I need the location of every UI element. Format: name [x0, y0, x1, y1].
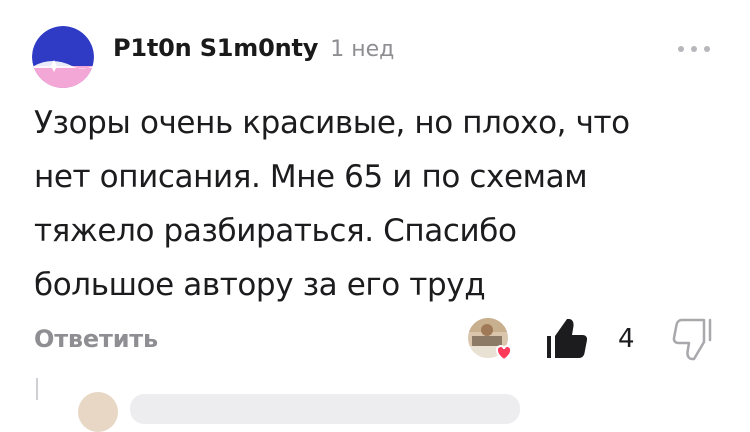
heart-icon	[495, 344, 513, 362]
reply-button[interactable]: Ответить	[34, 325, 158, 353]
more-dot-icon	[678, 46, 684, 52]
reply-avatar[interactable]	[78, 392, 118, 432]
author-avatar[interactable]	[32, 26, 94, 88]
thumbs-up-icon	[547, 319, 588, 358]
more-dot-icon	[704, 46, 710, 52]
comment-actions: Ответить 4	[0, 316, 750, 372]
reactor-avatar-icon	[468, 318, 513, 362]
comment-timestamp: 1 нед	[330, 37, 395, 62]
author-name[interactable]: P1t0n S1m0nty	[113, 34, 318, 62]
dislike-button[interactable]	[668, 316, 714, 362]
comment-header: P1t0n S1m0nty 1 нед	[113, 34, 394, 74]
reply-bubble	[130, 394, 520, 424]
comment-card: P1t0n S1m0nty 1 нед Узоры очень красивые…	[0, 0, 750, 432]
thumbs-down-icon	[672, 318, 712, 361]
like-button[interactable]	[545, 316, 591, 362]
more-dot-icon	[691, 46, 697, 52]
reaction-avatar[interactable]	[466, 316, 520, 366]
comment-text: Узоры очень красивые, но плохо, что нет …	[34, 105, 630, 303]
reply-thread-line	[36, 378, 38, 400]
avatar-logo-icon	[32, 26, 94, 88]
like-count: 4	[618, 324, 635, 354]
more-options-button[interactable]	[678, 44, 710, 54]
